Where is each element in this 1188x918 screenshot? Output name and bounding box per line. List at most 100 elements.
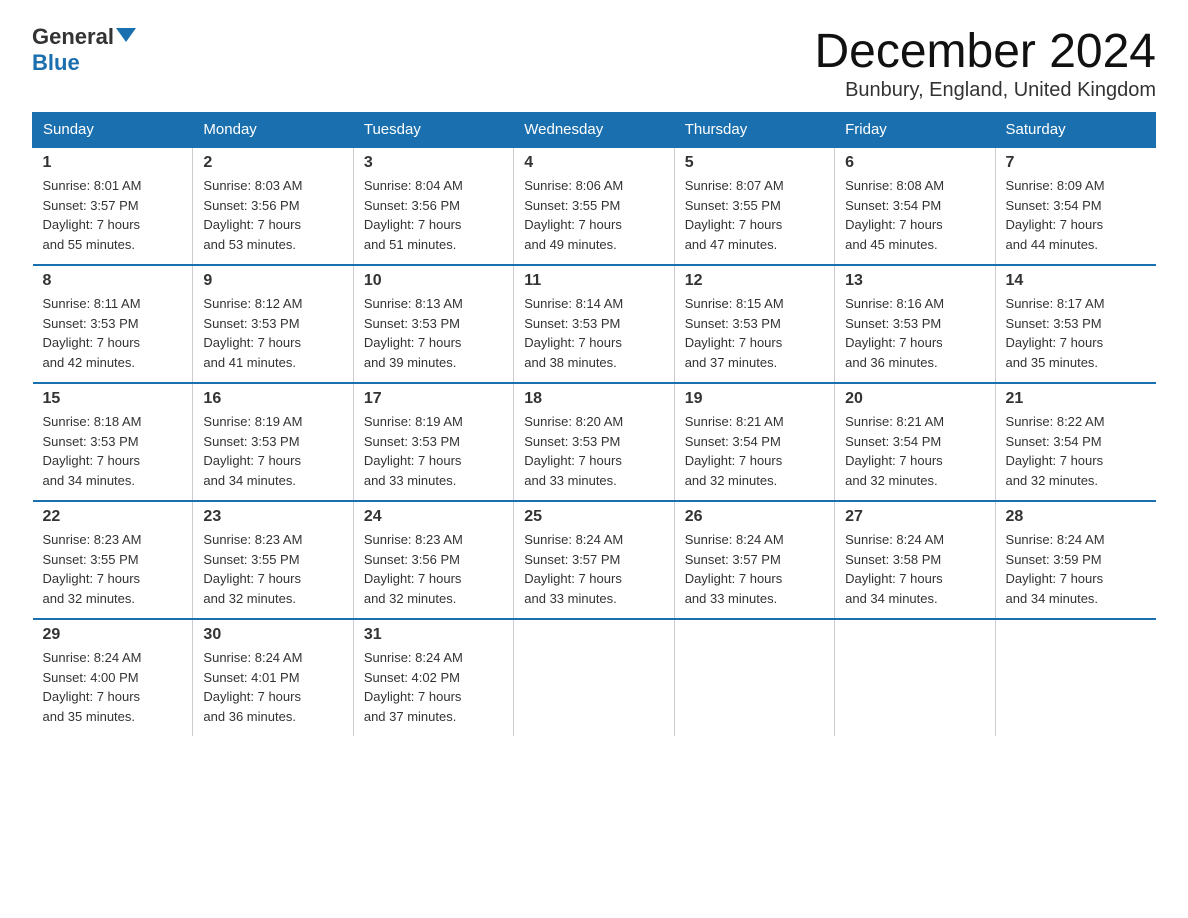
day-number: 14 (1006, 272, 1146, 290)
page-header: General Blue December 2024 Bunbury, Engl… (32, 24, 1156, 102)
day-info: Sunrise: 8:06 AM Sunset: 3:55 PM Dayligh… (524, 176, 663, 254)
day-info: Sunrise: 8:22 AM Sunset: 3:54 PM Dayligh… (1006, 412, 1146, 490)
day-info: Sunrise: 8:13 AM Sunset: 3:53 PM Dayligh… (364, 294, 503, 372)
day-info: Sunrise: 8:19 AM Sunset: 3:53 PM Dayligh… (203, 412, 342, 490)
table-row: 10 Sunrise: 8:13 AM Sunset: 3:53 PM Dayli… (353, 265, 513, 383)
col-tuesday: Tuesday (353, 113, 513, 148)
table-row: 27Sunrise: 8:24 AM Sunset: 3:58 PM Dayli… (835, 501, 995, 619)
table-row: 19 Sunrise: 8:21 AM Sunset: 3:54 PM Dayli… (674, 383, 834, 501)
day-number: 10 (364, 272, 503, 290)
table-row: 21Sunrise: 8:22 AM Sunset: 3:54 PM Dayli… (995, 383, 1155, 501)
day-info: Sunrise: 8:24 AM Sunset: 4:00 PM Dayligh… (43, 648, 183, 726)
day-info: Sunrise: 8:21 AM Sunset: 3:54 PM Dayligh… (685, 412, 824, 490)
day-info: Sunrise: 8:23 AM Sunset: 3:56 PM Dayligh… (364, 530, 503, 608)
table-row: 16 Sunrise: 8:19 AM Sunset: 3:53 PM Dayli… (193, 383, 353, 501)
logo-triangle-icon (116, 28, 136, 42)
day-info: Sunrise: 8:24 AM Sunset: 3:57 PM Dayligh… (685, 530, 824, 608)
col-wednesday: Wednesday (514, 113, 674, 148)
day-number: 23 (203, 508, 342, 526)
day-info: Sunrise: 8:07 AM Sunset: 3:55 PM Dayligh… (685, 176, 824, 254)
day-info: Sunrise: 8:16 AM Sunset: 3:53 PM Dayligh… (845, 294, 984, 372)
day-number: 2 (203, 154, 342, 172)
calendar-table: Sunday Monday Tuesday Wednesday Thursday… (32, 112, 1156, 736)
logo-general-text: General (32, 24, 114, 50)
day-number: 11 (524, 272, 663, 290)
table-row: 11 Sunrise: 8:14 AM Sunset: 3:53 PM Dayli… (514, 265, 674, 383)
day-info: Sunrise: 8:11 AM Sunset: 3:53 PM Dayligh… (43, 294, 183, 372)
table-row: 12Sunrise: 8:15 AM Sunset: 3:53 PM Dayli… (674, 265, 834, 383)
location-title: Bunbury, England, United Kingdom (814, 79, 1156, 102)
day-info: Sunrise: 8:24 AM Sunset: 3:57 PM Dayligh… (524, 530, 663, 608)
day-number: 15 (43, 390, 183, 408)
day-info: Sunrise: 8:24 AM Sunset: 4:02 PM Dayligh… (364, 648, 503, 726)
day-number: 29 (43, 626, 183, 644)
table-row (674, 619, 834, 736)
calendar-week-row: 8 Sunrise: 8:11 AM Sunset: 3:53 PM Daylig… (33, 265, 1156, 383)
table-row: 7 Sunrise: 8:09 AM Sunset: 3:54 PM Daylig… (995, 147, 1155, 265)
table-row: 28 Sunrise: 8:24 AM Sunset: 3:59 PM Dayli… (995, 501, 1155, 619)
day-info: Sunrise: 8:20 AM Sunset: 3:53 PM Dayligh… (524, 412, 663, 490)
day-info: Sunrise: 8:24 AM Sunset: 3:59 PM Dayligh… (1006, 530, 1146, 608)
table-row: 17Sunrise: 8:19 AM Sunset: 3:53 PM Dayli… (353, 383, 513, 501)
month-title: December 2024 (814, 24, 1156, 79)
table-row: 6 Sunrise: 8:08 AM Sunset: 3:54 PM Daylig… (835, 147, 995, 265)
table-row: 2 Sunrise: 8:03 AM Sunset: 3:56 PM Daylig… (193, 147, 353, 265)
table-row: 29 Sunrise: 8:24 AM Sunset: 4:00 PM Dayli… (33, 619, 193, 736)
day-info: Sunrise: 8:23 AM Sunset: 3:55 PM Dayligh… (203, 530, 342, 608)
day-number: 19 (685, 390, 824, 408)
day-number: 28 (1006, 508, 1146, 526)
calendar-header-row: Sunday Monday Tuesday Wednesday Thursday… (33, 113, 1156, 148)
day-info: Sunrise: 8:21 AM Sunset: 3:54 PM Dayligh… (845, 412, 984, 490)
day-number: 25 (524, 508, 663, 526)
col-friday: Friday (835, 113, 995, 148)
day-info: Sunrise: 8:23 AM Sunset: 3:55 PM Dayligh… (43, 530, 183, 608)
logo: General Blue (32, 24, 136, 76)
table-row: 14 Sunrise: 8:17 AM Sunset: 3:53 PM Dayli… (995, 265, 1155, 383)
day-info: Sunrise: 8:01 AM Sunset: 3:57 PM Dayligh… (43, 176, 183, 254)
day-info: Sunrise: 8:24 AM Sunset: 3:58 PM Dayligh… (845, 530, 984, 608)
table-row: 23 Sunrise: 8:23 AM Sunset: 3:55 PM Dayli… (193, 501, 353, 619)
day-info: Sunrise: 8:09 AM Sunset: 3:54 PM Dayligh… (1006, 176, 1146, 254)
day-number: 18 (524, 390, 663, 408)
table-row: 22 Sunrise: 8:23 AM Sunset: 3:55 PM Dayli… (33, 501, 193, 619)
table-row: 5Sunrise: 8:07 AM Sunset: 3:55 PM Daylig… (674, 147, 834, 265)
col-thursday: Thursday (674, 113, 834, 148)
day-info: Sunrise: 8:17 AM Sunset: 3:53 PM Dayligh… (1006, 294, 1146, 372)
day-number: 16 (203, 390, 342, 408)
table-row: 30Sunrise: 8:24 AM Sunset: 4:01 PM Dayli… (193, 619, 353, 736)
day-info: Sunrise: 8:14 AM Sunset: 3:53 PM Dayligh… (524, 294, 663, 372)
table-row: 9 Sunrise: 8:12 AM Sunset: 3:53 PM Daylig… (193, 265, 353, 383)
col-saturday: Saturday (995, 113, 1155, 148)
table-row: 13Sunrise: 8:16 AM Sunset: 3:53 PM Dayli… (835, 265, 995, 383)
day-number: 9 (203, 272, 342, 290)
title-block: December 2024 Bunbury, England, United K… (814, 24, 1156, 102)
day-number: 22 (43, 508, 183, 526)
day-number: 31 (364, 626, 503, 644)
day-info: Sunrise: 8:03 AM Sunset: 3:56 PM Dayligh… (203, 176, 342, 254)
table-row: 20 Sunrise: 8:21 AM Sunset: 3:54 PM Dayli… (835, 383, 995, 501)
table-row: 1Sunrise: 8:01 AM Sunset: 3:57 PM Daylig… (33, 147, 193, 265)
calendar-week-row: 29 Sunrise: 8:24 AM Sunset: 4:00 PM Dayli… (33, 619, 1156, 736)
day-number: 7 (1006, 154, 1146, 172)
day-info: Sunrise: 8:12 AM Sunset: 3:53 PM Dayligh… (203, 294, 342, 372)
table-row: 8 Sunrise: 8:11 AM Sunset: 3:53 PM Daylig… (33, 265, 193, 383)
day-info: Sunrise: 8:24 AM Sunset: 4:01 PM Dayligh… (203, 648, 342, 726)
table-row (514, 619, 674, 736)
col-sunday: Sunday (33, 113, 193, 148)
day-info: Sunrise: 8:19 AM Sunset: 3:53 PM Dayligh… (364, 412, 503, 490)
day-info: Sunrise: 8:08 AM Sunset: 3:54 PM Dayligh… (845, 176, 984, 254)
table-row: 4 Sunrise: 8:06 AM Sunset: 3:55 PM Daylig… (514, 147, 674, 265)
table-row (835, 619, 995, 736)
day-number: 4 (524, 154, 663, 172)
day-number: 3 (364, 154, 503, 172)
table-row (995, 619, 1155, 736)
table-row: 24 Sunrise: 8:23 AM Sunset: 3:56 PM Dayli… (353, 501, 513, 619)
day-number: 8 (43, 272, 183, 290)
day-info: Sunrise: 8:18 AM Sunset: 3:53 PM Dayligh… (43, 412, 183, 490)
table-row: 15 Sunrise: 8:18 AM Sunset: 3:53 PM Dayli… (33, 383, 193, 501)
day-number: 24 (364, 508, 503, 526)
day-number: 6 (845, 154, 984, 172)
table-row: 18 Sunrise: 8:20 AM Sunset: 3:53 PM Dayli… (514, 383, 674, 501)
calendar-week-row: 15 Sunrise: 8:18 AM Sunset: 3:53 PM Dayli… (33, 383, 1156, 501)
day-number: 20 (845, 390, 984, 408)
